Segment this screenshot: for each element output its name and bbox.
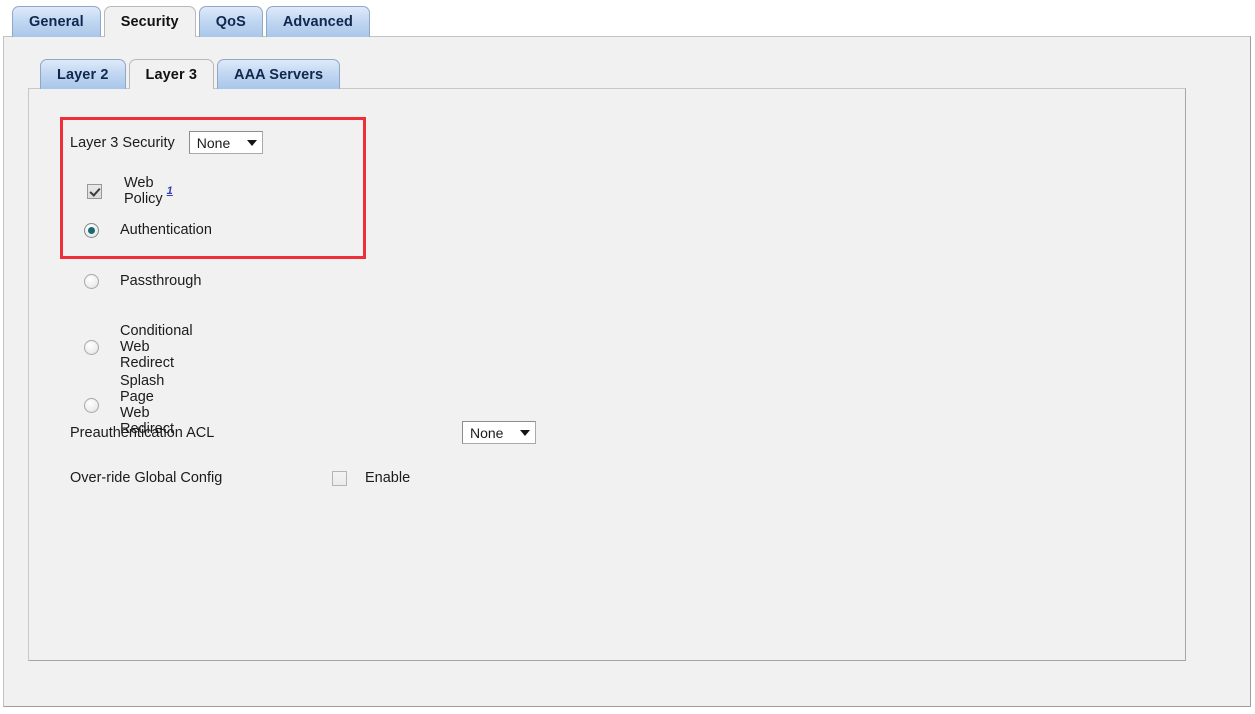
layer3-security-select[interactable]: None — [188, 131, 263, 154]
override-global-config-enable-label: Enable — [365, 470, 411, 486]
primary-tab-bar: General Security QoS Advanced — [12, 6, 373, 37]
override-global-config-row: Over-ride Global Config Enable — [70, 470, 410, 486]
radio-passthrough-label: Passthrough — [120, 273, 202, 289]
tab-aaa-servers-label: AAA Servers — [234, 66, 324, 83]
chevron-down-icon — [246, 139, 257, 146]
layer3-security-row: Layer 3 Security None — [70, 131, 263, 154]
web-policy-label: Web Policy — [124, 175, 163, 207]
preauthentication-acl-label: Preauthentication ACL — [70, 424, 215, 441]
layer3-security-select-value: None — [196, 134, 231, 151]
web-policy-row: Web Policy 1 — [87, 175, 173, 207]
radio-authentication-icon[interactable] — [84, 222, 99, 238]
tab-advanced-label: Advanced — [282, 14, 353, 30]
tab-aaa-servers[interactable]: AAA Servers — [217, 59, 341, 89]
tab-layer-3[interactable]: Layer 3 — [128, 59, 214, 89]
override-global-config-label: Over-ride Global Config — [70, 470, 223, 486]
tab-general-label: General — [29, 14, 84, 30]
tab-general[interactable]: General — [12, 6, 101, 37]
radio-passthrough-row[interactable]: Passthrough — [84, 273, 201, 289]
radio-passthrough-icon[interactable] — [84, 273, 99, 289]
chevron-down-icon — [520, 429, 530, 436]
preauthentication-acl-select-value: None — [470, 424, 504, 441]
preauthentication-acl-select[interactable]: None — [462, 421, 536, 444]
tab-qos[interactable]: QoS — [198, 6, 263, 37]
web-policy-footnote-link[interactable]: 1 — [167, 185, 173, 197]
web-policy-checkbox[interactable] — [87, 183, 102, 199]
tab-layer-3-label: Layer 3 — [145, 66, 197, 83]
tab-security[interactable]: Security — [103, 6, 196, 37]
tab-qos-label: QoS — [215, 14, 246, 30]
tab-layer-2[interactable]: Layer 2 — [40, 59, 126, 89]
tab-advanced[interactable]: Advanced — [265, 6, 370, 37]
tab-security-label: Security — [120, 14, 179, 30]
tab-layer-2-label: Layer 2 — [57, 66, 109, 83]
preauthentication-acl-row: Preauthentication ACL None — [70, 421, 536, 444]
radio-conditional-web-redirect-icon[interactable] — [84, 339, 99, 355]
radio-conditional-web-redirect-label: Conditional Web Redirect — [120, 323, 193, 371]
override-global-config-checkbox[interactable] — [332, 470, 347, 486]
radio-authentication-label: Authentication — [120, 222, 212, 238]
layer3-security-label: Layer 3 Security — [70, 134, 175, 151]
wlan-security-config-screen: General Security QoS Advanced Layer 2 La… — [0, 0, 1255, 714]
security-sub-tab-bar: Layer 2 Layer 3 AAA Servers — [40, 59, 343, 89]
radio-splash-page-web-redirect-icon[interactable] — [84, 397, 99, 413]
radio-authentication-row[interactable]: Authentication — [84, 222, 212, 238]
radio-conditional-web-redirect-row[interactable]: Conditional Web Redirect — [84, 323, 193, 371]
layer3-tab-panel — [28, 88, 1186, 661]
